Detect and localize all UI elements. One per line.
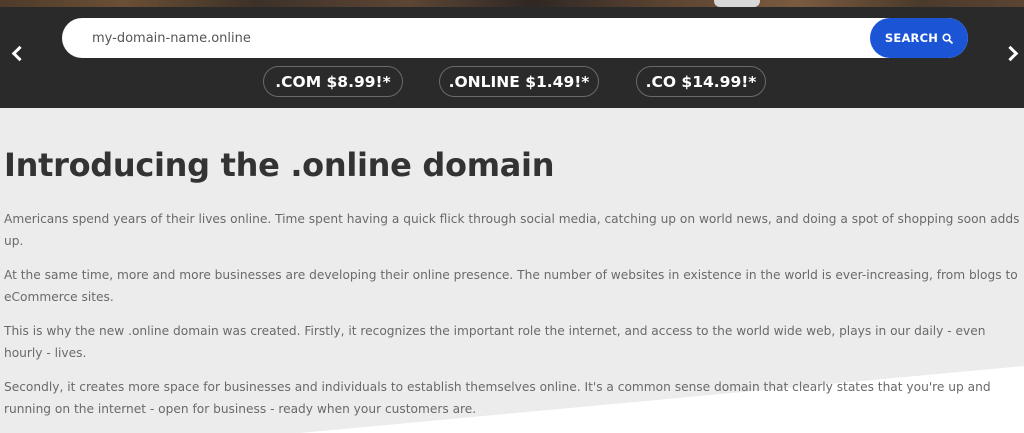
tld-offer-co[interactable]: .CO $14.99!*	[636, 66, 766, 97]
tld-offer-com[interactable]: .COM $8.99!*	[263, 66, 403, 97]
chevron-right-icon[interactable]	[1002, 45, 1019, 62]
hero-banner: SEARCH .COM $8.99!* .ONLINE $1.49!* .CO …	[0, 0, 1024, 108]
article-paragraph: At the same time, more and more business…	[4, 268, 1018, 304]
article-paragraph: Secondly, it creates more space for busi…	[4, 380, 991, 416]
chevron-left-icon[interactable]	[11, 45, 28, 62]
search-button[interactable]: SEARCH	[870, 18, 968, 58]
article-paragraph: Americans spend years of their lives onl…	[4, 212, 1020, 248]
page-title: Introducing the .online domain	[4, 146, 555, 184]
search-button-label: SEARCH	[884, 31, 939, 45]
hero-photo	[0, 0, 1024, 7]
domain-search-bar: SEARCH	[62, 18, 968, 58]
article-paragraph: This is why the new .online domain was c…	[4, 324, 986, 360]
hero-photo-device	[714, 0, 760, 7]
magnifier-icon	[942, 32, 953, 44]
article: Introducing the .online domain Americans…	[4, 108, 1020, 420]
domain-search-input[interactable]	[92, 18, 852, 58]
tld-offer-online[interactable]: .ONLINE $1.49!*	[439, 66, 599, 97]
